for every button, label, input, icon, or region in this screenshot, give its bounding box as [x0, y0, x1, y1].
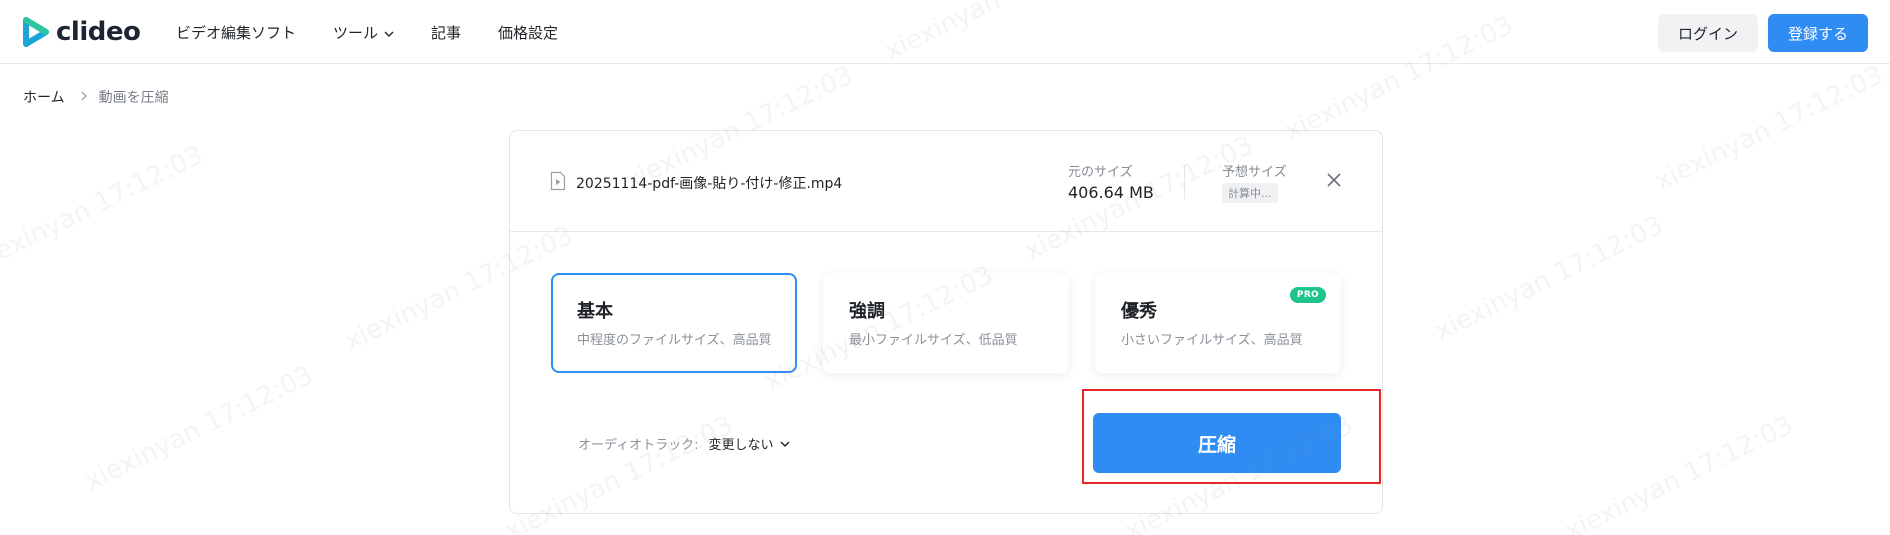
login-button[interactable]: ログイン: [1658, 14, 1758, 52]
top-header: clideo ビデオ編集ソフト ツール 記事 価格設定 ログイン 登録する: [0, 0, 1890, 64]
chevron-right-icon: [81, 89, 87, 105]
breadcrumb: ホーム 動画を圧縮: [23, 86, 169, 108]
breadcrumb-home-link[interactable]: ホーム: [23, 87, 65, 107]
option-description: 最小ファイルサイズ、低品質: [849, 333, 1018, 348]
audio-track-label: オーディオトラック:: [578, 437, 699, 453]
original-size-label: 元のサイズ: [1068, 165, 1133, 180]
option-title: 基本: [577, 301, 613, 322]
chevron-down-icon: [384, 23, 394, 41]
estimated-size-status: 計算中...: [1222, 183, 1278, 203]
chevron-down-icon: [780, 436, 790, 451]
register-button[interactable]: 登録する: [1768, 14, 1868, 52]
watermark-text: xiexinyan 17:12:03: [1560, 410, 1798, 535]
option-title: 強調: [849, 301, 885, 322]
nav-item-label: ビデオ編集ソフト: [176, 23, 297, 42]
watermark-text: xiexinyan 17:12:03: [80, 360, 318, 497]
watermark-text: xiexinyan 17:12:03: [1650, 60, 1888, 197]
compress-button[interactable]: 圧縮: [1093, 413, 1341, 473]
logo-text: clideo: [56, 17, 141, 47]
video-file-icon: [550, 171, 566, 195]
audio-track-select[interactable]: 変更しない: [708, 434, 789, 453]
audio-track-row: オーディオトラック: 変更しない: [578, 433, 790, 453]
option-enhanced[interactable]: 強調 最小ファイルサイズ、低品質: [823, 273, 1069, 373]
page: clideo ビデオ編集ソフト ツール 記事 価格設定 ログイン 登録する ホー…: [0, 0, 1890, 535]
breadcrumb-current: 動画を圧縮: [98, 90, 169, 106]
file-row: 20251114-pdf-画像-貼り-付け-修正.mp4 元のサイズ 406.6…: [510, 131, 1382, 232]
watermark-text: xiexinyan 17:12:03: [0, 140, 208, 277]
pro-badge: PRO: [1289, 287, 1326, 303]
estimated-size-label: 予想サイズ: [1222, 165, 1287, 180]
watermark-text: xiexinyan 17:12:03: [1430, 210, 1668, 347]
option-basic[interactable]: 基本 中程度のファイルサイズ、高品質: [551, 273, 797, 373]
nav-item-articles[interactable]: 記事: [431, 22, 461, 43]
logo[interactable]: clideo: [22, 16, 141, 48]
file-name: 20251114-pdf-画像-貼り-付け-修正.mp4: [576, 176, 843, 192]
nav-item-label: 記事: [431, 23, 462, 42]
size-divider: [1184, 165, 1185, 199]
option-description: 中程度のファイルサイズ、高品質: [577, 333, 772, 348]
audio-track-value: 変更しない: [708, 437, 774, 453]
nav-item-tools[interactable]: ツール: [333, 22, 394, 43]
nav-item-label: ツール: [333, 23, 379, 42]
nav-item-pricing[interactable]: 価格設定: [498, 22, 558, 43]
close-icon[interactable]: [1325, 171, 1343, 189]
original-size-value: 406.64 MB: [1068, 183, 1154, 202]
main-nav: ビデオ編集ソフト ツール 記事 価格設定: [176, 0, 595, 64]
nav-item-video-editor[interactable]: ビデオ編集ソフト: [176, 22, 296, 43]
option-title: 優秀: [1121, 301, 1157, 322]
logo-play-icon: [23, 17, 49, 47]
nav-item-label: 価格設定: [498, 23, 559, 42]
option-description: 小さいファイルサイズ、高品質: [1121, 333, 1303, 348]
option-excellent[interactable]: 優秀 小さいファイルサイズ、高品質 PRO: [1095, 273, 1341, 373]
